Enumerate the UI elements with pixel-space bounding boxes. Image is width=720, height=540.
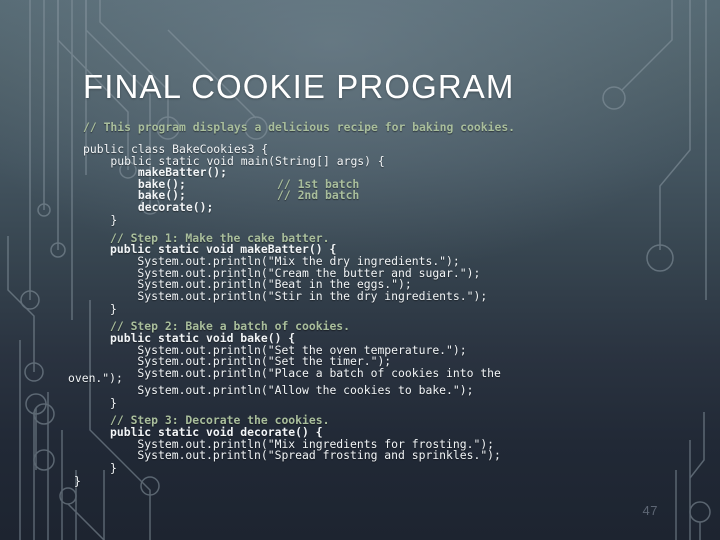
code-line: } — [110, 302, 117, 316]
code-line: } — [110, 461, 117, 475]
code-line: System.out.println("Spread frosting and … — [110, 448, 501, 462]
code-line: } — [83, 213, 118, 227]
code-line: System.out.println("Stir in the dry ingr… — [110, 289, 488, 303]
page-number: 47 — [642, 503, 658, 518]
code-line: decorate(); — [83, 200, 214, 214]
code-line: // This program displays a delicious rec… — [83, 120, 516, 134]
slide-canvas: FINAL COOKIE PROGRAM // This program dis… — [0, 0, 720, 540]
code-line: } — [110, 396, 117, 410]
code-line: System.out.println("Place a batch of coo… — [110, 366, 501, 380]
code-line: } — [74, 474, 81, 488]
code-line: // 2nd batch — [277, 188, 360, 202]
code-line: System.out.println("Allow the cookies to… — [110, 383, 474, 397]
page-title: FINAL COOKIE PROGRAM — [83, 68, 515, 105]
